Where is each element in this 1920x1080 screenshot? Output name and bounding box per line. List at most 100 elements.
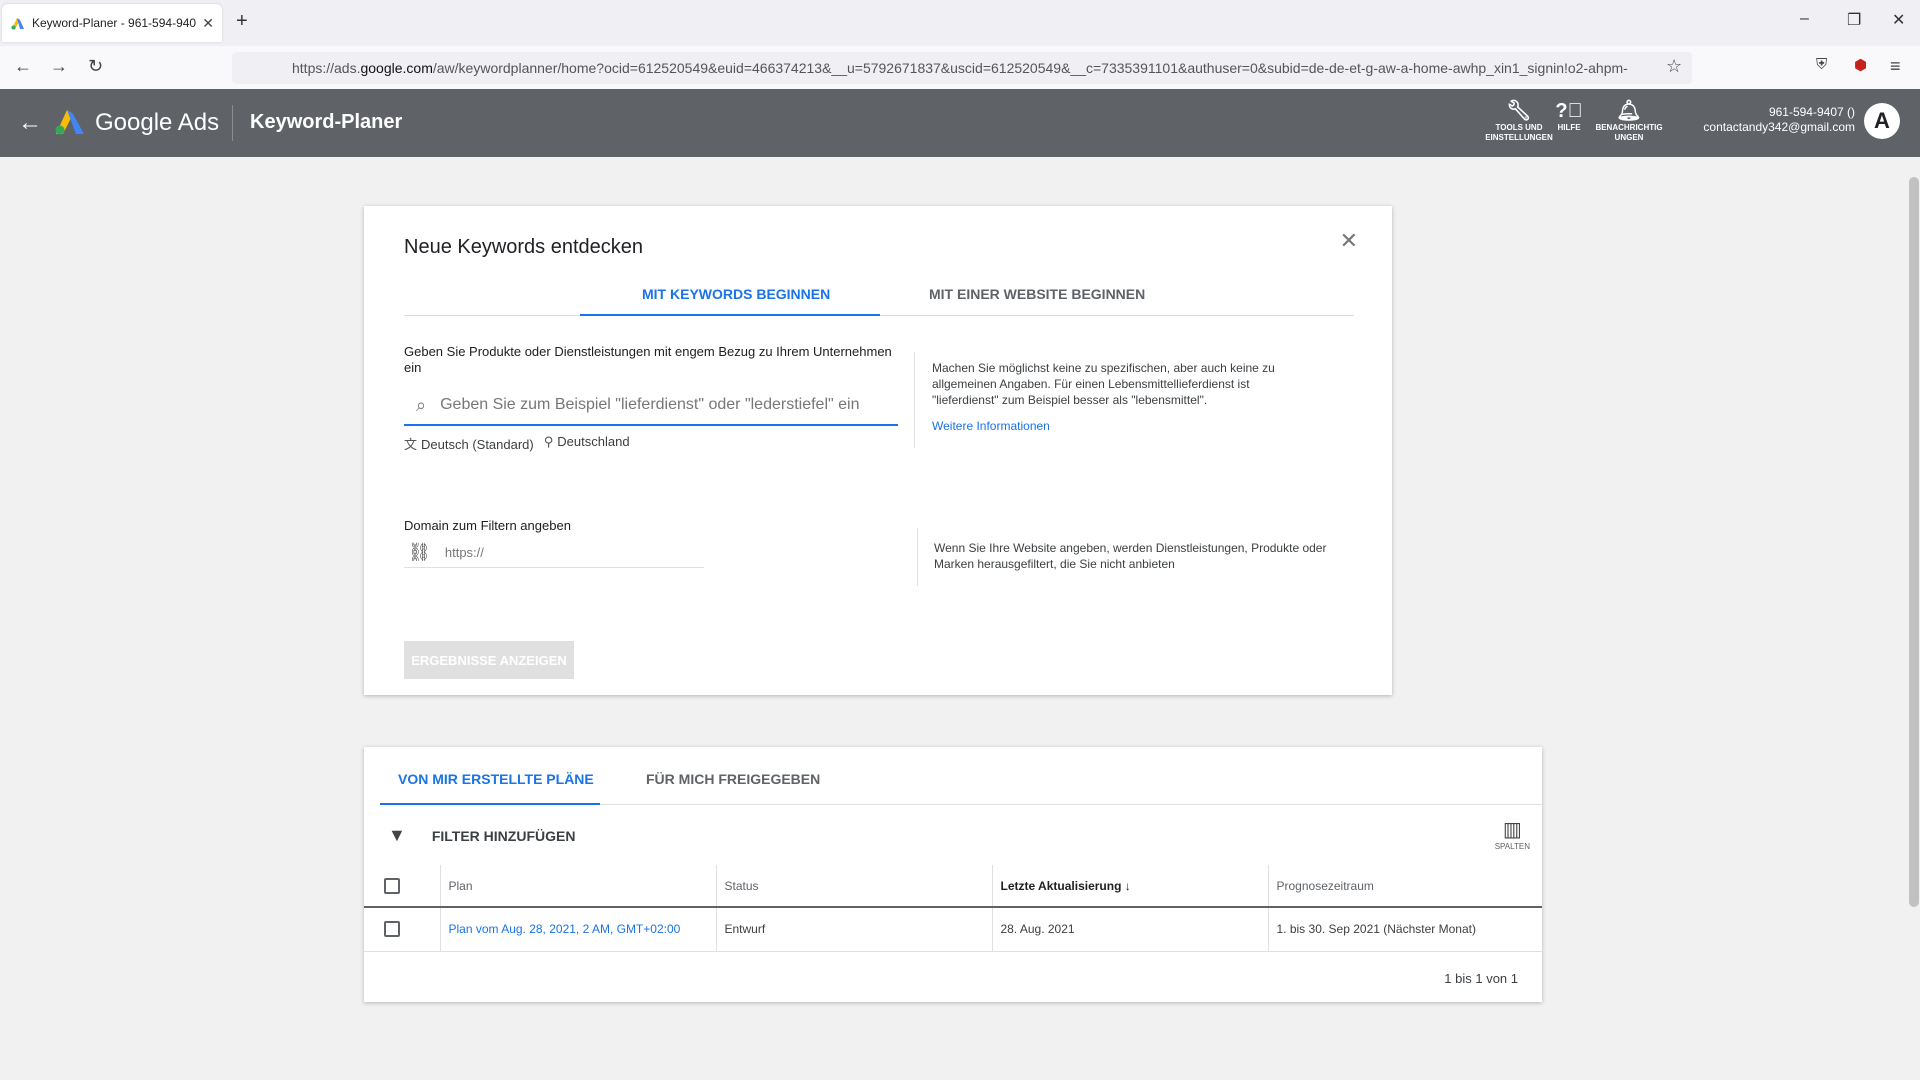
pagination-text: 1 bis 1 von 1 <box>1444 971 1518 986</box>
page-title: Keyword-Planer <box>250 111 403 133</box>
add-filter-button[interactable]: ▼ FILTER HINZUFÜGEN <box>388 825 575 846</box>
translate-icon: 文 <box>404 437 418 452</box>
location-selector[interactable]: ⚲ Deutschland <box>544 434 630 453</box>
tools-label: TOOLS UND EINSTELLUNGEN <box>1485 123 1553 142</box>
more-info-link[interactable]: Weitere Informationen <box>932 418 1050 434</box>
url-domain: google.com <box>360 60 433 76</box>
active-tab-indicator <box>380 803 600 805</box>
help-button[interactable]: ?⃝ HILFE <box>1554 99 1584 133</box>
language-label: Deutsch (Standard) <box>421 437 534 452</box>
google-ads-favicon-icon <box>11 18 24 30</box>
help-label: HILFE <box>1557 123 1581 132</box>
show-results-button[interactable]: ERGEBNISSE ANZEIGEN <box>404 641 574 679</box>
select-all-checkbox[interactable] <box>384 877 400 894</box>
reload-icon[interactable]: ↻ <box>88 56 103 77</box>
plans-table: Plan Status Letzte Aktualisierung ↓ Prog… <box>364 865 1542 952</box>
close-tab-icon[interactable]: ✕ <box>202 15 214 32</box>
ads-header: ← Google Ads Keyword-Planer 🔧︎ TOOLS UND… <box>0 89 1920 157</box>
column-header-plan[interactable]: Plan <box>439 865 716 908</box>
extension-icon[interactable]: ⬢ <box>1854 56 1867 74</box>
account-info[interactable]: 961-594-9407 () contactandy342@gmail.com <box>1703 105 1855 135</box>
select-all-cell <box>364 865 440 908</box>
location-label: Deutschland <box>557 434 630 449</box>
back-arrow-icon[interactable]: ← <box>18 109 42 137</box>
updated-cell: 28. Aug. 2021 <box>991 907 1268 952</box>
domain-field[interactable]: ⛓ <box>404 538 704 568</box>
filter-label: FILTER HINZUFÜGEN <box>431 827 576 844</box>
column-header-forecast-period[interactable]: Prognosezeitraum <box>1267 865 1542 908</box>
browser-tab-title: Keyword-Planer - 961-594-9407 <box>32 16 197 30</box>
vertical-divider <box>914 352 915 448</box>
brand-name: Google Ads <box>95 109 220 136</box>
new-tab-icon[interactable]: + <box>236 10 248 33</box>
plan-link[interactable]: Plan vom Aug. 28, 2021, 2 AM, GMT+02:00 <box>449 922 681 936</box>
tools-button[interactable]: 🔧︎ TOOLS UND EINSTELLUNGEN <box>1484 99 1554 143</box>
active-tab-indicator <box>580 314 880 316</box>
browser-tab-bar: Keyword-Planer - 961-594-9407 ✕ + – ❐ ✕ <box>0 0 1920 46</box>
account-email: contactandy342@gmail.com <box>1703 120 1855 134</box>
tab-start-with-website[interactable]: MIT EINER WEBSITE BEGINNEN <box>929 286 1145 302</box>
domain-label: Domain zum Filtern angeben <box>404 518 571 533</box>
columns-icon: ▥ <box>1502 819 1522 841</box>
search-icon: ⌕ <box>416 394 427 415</box>
column-header-last-updated[interactable]: Letzte Aktualisierung ↓ <box>991 865 1268 908</box>
dialog-tabs: MIT KEYWORDS BEGINNEN MIT EINER WEBSITE … <box>404 270 1354 316</box>
forward-icon[interactable]: → <box>50 56 68 77</box>
page-scrollbar[interactable] <box>1906 157 1920 1080</box>
browser-navigation-bar: ← → ↻ ⛉ 🔒︎ https://ads.google.com/aw/key… <box>0 46 1920 90</box>
language-selector[interactable]: 文 Deutsch (Standard) <box>404 434 534 453</box>
minimize-icon[interactable]: – <box>1800 10 1809 28</box>
link-icon: ⛓ <box>408 542 431 562</box>
bookmark-star-icon[interactable]: ☆ <box>1666 56 1682 77</box>
products-label: Geben Sie Produkte oder Dienstleistungen… <box>404 344 892 375</box>
scrollbar-thumb[interactable] <box>1909 177 1919 907</box>
table-header-row: Plan Status Letzte Aktualisierung ↓ Prog… <box>364 865 1542 908</box>
row-checkbox[interactable] <box>384 921 400 938</box>
plan-cell: Plan vom Aug. 28, 2021, 2 AM, GMT+02:00 <box>439 907 716 952</box>
keyword-input[interactable] <box>440 396 881 414</box>
bell-icon: 🔔︎ <box>1616 100 1642 122</box>
header-divider <box>232 105 233 141</box>
address-bar[interactable]: https://ads. google.com/aw/keywordplanner… <box>232 52 1692 84</box>
avatar[interactable]: A <box>1864 103 1900 139</box>
url-path: /aw/keywordplanner/home?ocid=612520549&e… <box>432 60 1628 76</box>
sort-arrow-down-icon: ↓ <box>1124 878 1131 893</box>
columns-label: SPALTEN <box>1494 842 1530 851</box>
tab-start-with-keywords[interactable]: MIT KEYWORDS BEGINNEN <box>642 286 830 302</box>
vertical-divider <box>917 528 918 586</box>
tab-my-plans[interactable]: VON MIR ERSTELLTE PLÄNE <box>398 771 594 787</box>
account-id: 961-594-9407 () <box>1768 105 1855 119</box>
table-row[interactable]: Plan vom Aug. 28, 2021, 2 AM, GMT+02:00 … <box>364 907 1542 952</box>
columns-button[interactable]: ▥ SPALTEN <box>1495 817 1530 851</box>
location-pin-icon: ⚲ <box>543 434 554 449</box>
wrench-icon: 🔧︎ <box>1506 100 1532 122</box>
help-icon: ?⃝ <box>1555 100 1583 122</box>
plans-tabs: VON MIR ERSTELLTE PLÄNE FÜR MICH FREIGEG… <box>380 747 1542 805</box>
plans-card: VON MIR ERSTELLTE PLÄNE FÜR MICH FREIGEG… <box>364 747 1542 1002</box>
pocket-icon[interactable]: ⛨ <box>1816 56 1827 73</box>
domain-help-text: Wenn Sie Ihre Website angeben, werden Di… <box>934 541 1327 571</box>
status-cell: Entwurf <box>715 907 992 952</box>
column-header-status[interactable]: Status <box>715 865 992 908</box>
tab-shared-with-me[interactable]: FÜR MICH FREIGEGEBEN <box>646 771 820 787</box>
notifications-label: BENACHRICHTIG UNGEN <box>1595 123 1663 142</box>
keyword-search-field[interactable]: ⌕ <box>404 386 898 426</box>
targeting-row: 文 Deutsch (Standard) ⚲ Deutschland <box>404 434 630 453</box>
back-icon[interactable]: ← <box>14 56 32 77</box>
restore-icon[interactable]: ❐ <box>1847 10 1861 30</box>
period-cell: 1. bis 30. Sep 2021 (Nächster Monat) <box>1267 907 1542 952</box>
filter-icon: ▼ <box>388 825 406 845</box>
discover-keywords-card: Neue Keywords entdecken ✕ MIT KEYWORDS B… <box>364 206 1392 695</box>
browser-tab[interactable]: Keyword-Planer - 961-594-9407 ✕ <box>2 4 222 42</box>
url-prefix: https://ads. <box>292 60 361 76</box>
close-icon[interactable]: ✕ <box>1340 228 1358 254</box>
last-updated-label: Letzte Aktualisierung <box>1000 878 1122 893</box>
google-ads-logo-icon <box>55 110 84 135</box>
notifications-button[interactable]: 🔔︎ BENACHRICHTIG UNGEN <box>1594 99 1664 143</box>
keyword-help-text: Machen Sie möglichst keine zu spezifisch… <box>932 361 1275 407</box>
menu-icon[interactable]: ≡ <box>1890 56 1901 77</box>
domain-input[interactable] <box>444 545 685 560</box>
window-close-icon[interactable]: ✕ <box>1892 10 1905 30</box>
row-select-cell <box>364 907 440 952</box>
dialog-title: Neue Keywords entdecken <box>404 236 644 258</box>
